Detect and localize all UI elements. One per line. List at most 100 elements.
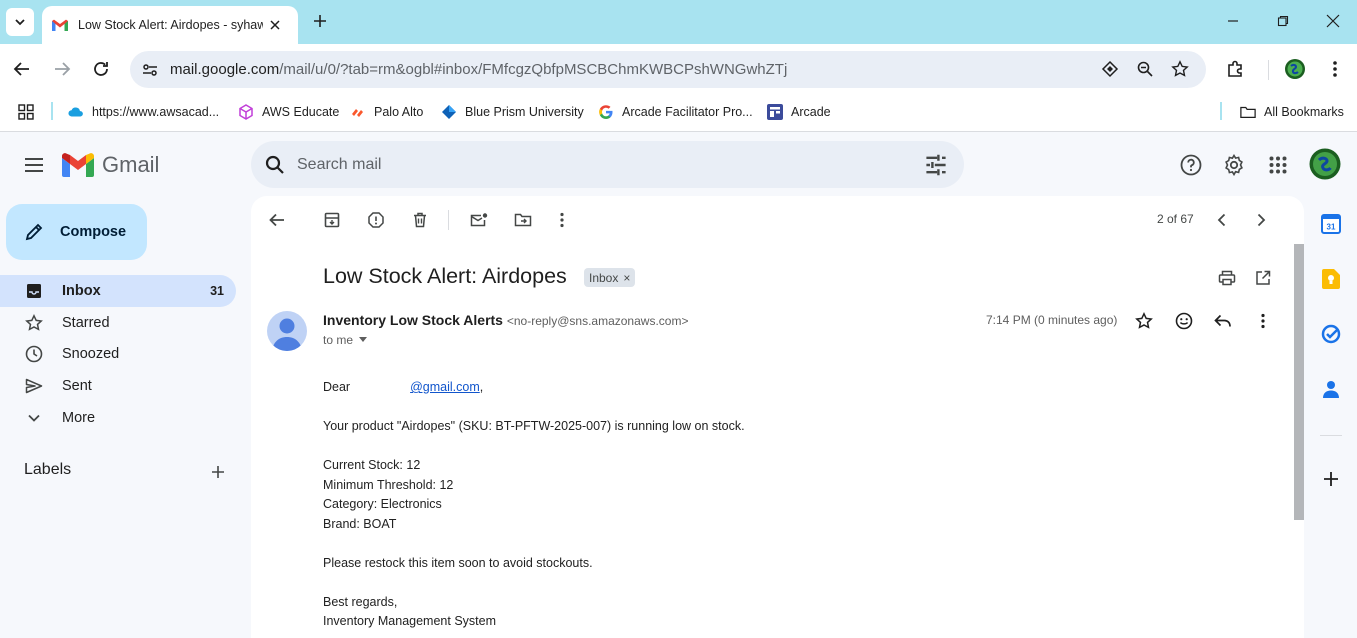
open-new-window-button[interactable] (1251, 266, 1275, 290)
report-spam-button[interactable] (364, 208, 388, 232)
sidebar-item-starred[interactable]: Starred (0, 307, 236, 339)
sidebar-item-label: Inbox (62, 283, 101, 299)
search-bar[interactable]: Search mail (251, 141, 964, 188)
reload-icon (94, 62, 108, 76)
restore-button[interactable] (1268, 8, 1298, 34)
support-button[interactable] (1178, 152, 1204, 178)
zoom-button[interactable] (1133, 57, 1157, 81)
tasks-app-button[interactable] (1318, 321, 1344, 347)
url-text: mail.google.com/mail/u/0/?tab=rm&ogbl#in… (170, 61, 787, 78)
search-button[interactable] (263, 153, 287, 177)
tune-icon (143, 63, 157, 76)
bookmark-arcade-facilitator[interactable]: Arcade Facilitator Pro... (598, 101, 753, 123)
compose-button[interactable]: Compose (6, 204, 147, 260)
chevron-down-icon (24, 408, 44, 428)
profile-avatar-icon (1285, 59, 1305, 79)
delete-button[interactable] (408, 208, 432, 232)
bookmark-star-button[interactable] (1168, 57, 1192, 81)
email-body: Dear @gmail.com, Your product "Airdopes" … (323, 378, 1223, 632)
tab-search-button[interactable] (6, 8, 34, 36)
recipient-details[interactable]: to me (323, 333, 368, 347)
move-to-button[interactable] (511, 208, 535, 232)
star-message-button[interactable] (1132, 309, 1156, 333)
new-tab-button[interactable] (307, 8, 333, 34)
hamburger-icon (25, 158, 43, 172)
back-button[interactable] (8, 55, 36, 83)
recipient-email-link[interactable]: @gmail.com (410, 380, 480, 394)
tab-title: Low Stock Alert: Airdopes - syhaw (78, 18, 263, 32)
palo-alto-icon (350, 104, 366, 120)
bookmark-arcade[interactable]: Arcade (767, 101, 831, 123)
bookmark-label: https://www.awsacad... (92, 105, 220, 119)
more-actions-button[interactable] (550, 208, 574, 232)
rail-divider (1320, 435, 1342, 436)
older-button[interactable] (1249, 208, 1273, 232)
apps-dots-icon (1269, 156, 1287, 174)
google-apps-button[interactable] (1265, 152, 1291, 178)
add-reaction-button[interactable] (1172, 309, 1196, 333)
bookmark-blue-prism[interactable]: Blue Prism University (441, 101, 584, 123)
emoji-icon (1175, 312, 1193, 330)
site-info-button[interactable] (138, 58, 162, 82)
forward-button[interactable] (48, 55, 76, 83)
create-label-button[interactable] (206, 460, 230, 484)
keep-app-button[interactable] (1318, 266, 1344, 292)
back-to-inbox-button[interactable] (265, 208, 289, 232)
help-icon (1180, 154, 1202, 176)
search-input[interactable]: Search mail (297, 156, 924, 174)
close-icon (1326, 14, 1340, 28)
gmail-logo[interactable]: Gmail (62, 152, 159, 178)
mark-unread-icon (470, 213, 488, 227)
all-bookmarks-button[interactable]: All Bookmarks (1240, 101, 1344, 123)
sidebar-item-label: Snoozed (62, 346, 120, 362)
apps-button[interactable] (18, 101, 34, 123)
contacts-app-button[interactable] (1318, 376, 1344, 402)
browser-menu-button[interactable] (1321, 55, 1349, 83)
message-pager: 2 of 67 (1157, 212, 1194, 226)
sidebar-item-snoozed[interactable]: Snoozed (0, 338, 236, 370)
bookmark-aws-educate[interactable]: AWS Educate (238, 101, 339, 123)
close-tab-icon[interactable] (269, 19, 281, 31)
keep-icon (1322, 269, 1340, 289)
url-path: /mail/u/0/?tab=rm&ogbl#inbox/FMfcgzQbfpM… (279, 61, 788, 78)
archive-button[interactable] (320, 208, 344, 232)
address-bar[interactable]: mail.google.com/mail/u/0/?tab=rm&ogbl#in… (130, 51, 1206, 88)
calendar-app-button[interactable]: 31 (1318, 211, 1344, 237)
minimize-button[interactable] (1218, 8, 1248, 34)
mark-unread-button[interactable] (467, 208, 491, 232)
bookmark-palo-alto[interactable]: Palo Alto (350, 101, 423, 123)
message-scrollbar[interactable] (1294, 244, 1304, 520)
account-avatar[interactable] (1309, 148, 1341, 180)
print-button[interactable] (1215, 266, 1239, 290)
message-more-button[interactable] (1251, 309, 1275, 333)
main-menu-button[interactable] (18, 149, 50, 181)
url-host: mail.google.com (170, 61, 280, 78)
newer-button[interactable] (1210, 208, 1234, 232)
body-line: Current Stock: 12 (323, 458, 421, 472)
greeting-line: Dear @gmail.com, (323, 378, 1223, 398)
profile-button[interactable] (1281, 55, 1309, 83)
sidebar-item-more[interactable]: More (0, 402, 236, 434)
reply-button[interactable] (1211, 309, 1235, 333)
sender-name[interactable]: Inventory Low Stock Alerts (323, 312, 503, 328)
labels-header: Labels (24, 461, 72, 478)
star-icon (24, 313, 44, 333)
browser-tab[interactable]: Low Stock Alert: Airdopes - syhaw (42, 6, 298, 44)
sidebar-item-inbox[interactable]: Inbox 31 (0, 275, 236, 307)
greeting-text: Dear (323, 380, 351, 394)
bookmark-label: Blue Prism University (465, 105, 584, 119)
search-options-icon[interactable] (924, 153, 948, 177)
sidebar-item-sent[interactable]: Sent (0, 370, 236, 402)
get-addons-button[interactable] (1318, 466, 1344, 492)
contacts-icon (1323, 381, 1339, 398)
cloud-icon (68, 104, 84, 120)
lens-button[interactable] (1098, 57, 1122, 81)
remove-label-icon[interactable]: × (623, 271, 630, 285)
settings-button[interactable] (1221, 152, 1247, 178)
trash-icon (414, 212, 426, 228)
report-icon (368, 212, 384, 228)
extensions-button[interactable] (1222, 55, 1250, 83)
close-window-button[interactable] (1318, 8, 1348, 34)
bookmark-awsacademy[interactable]: https://www.awsacad... (68, 101, 219, 123)
reload-button[interactable] (87, 55, 115, 83)
